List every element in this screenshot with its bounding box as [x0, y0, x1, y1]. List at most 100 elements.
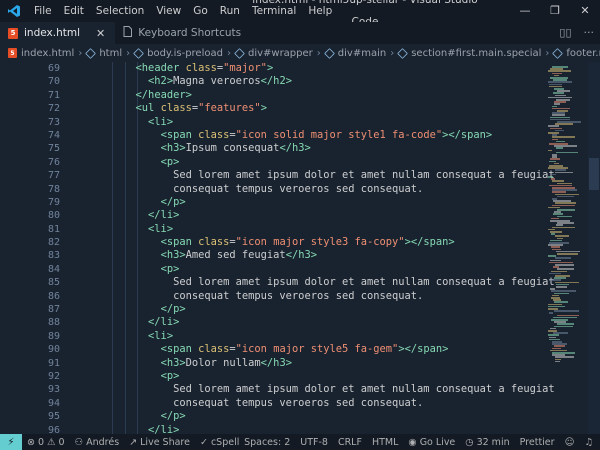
- code-line[interactable]: </li>: [98, 424, 548, 434]
- language-mode-selector[interactable]: HTML: [367, 437, 403, 448]
- code-line[interactable]: <p>: [98, 370, 548, 383]
- prettier-button[interactable]: Prettier: [515, 437, 560, 448]
- notifications-bell-icon[interactable]: ♫: [579, 437, 598, 448]
- live-share-icon: ↗: [129, 436, 138, 448]
- code-line[interactable]: consequat tempus veroeros sed consequat.: [98, 397, 548, 410]
- code-line[interactable]: </li>: [98, 316, 548, 329]
- code-token: </header>: [135, 88, 192, 101]
- menu-selection[interactable]: Selection: [90, 0, 150, 22]
- user-account[interactable]: ⚇ Andrés: [70, 437, 125, 448]
- encoding-selector[interactable]: UTF-8: [295, 437, 333, 448]
- minimap-line: [556, 286, 567, 288]
- menu-view[interactable]: View: [150, 0, 187, 22]
- code-line[interactable]: <span class="icon major style3 fa-copy">…: [98, 236, 548, 249]
- cspell-button[interactable]: ✓ cSpell: [195, 437, 244, 448]
- code-token: <li>: [148, 115, 174, 128]
- code-line[interactable]: </p>: [98, 303, 548, 316]
- menu-go[interactable]: Go: [187, 0, 214, 22]
- split-editor-icon[interactable]: ▯▯: [559, 22, 571, 44]
- code-token: "icon major style3 fa-copy": [235, 236, 405, 249]
- code-line[interactable]: </p>: [98, 196, 548, 209]
- line-number: 94: [47, 397, 60, 409]
- code-lines[interactable]: <header class="major"> <h2>Magna veroero…: [98, 62, 555, 434]
- close-tab-icon[interactable]: ✕: [96, 27, 105, 40]
- code-token: "icon major style5 fa-gem": [235, 343, 399, 356]
- code-token: <h2>: [148, 75, 174, 88]
- tab-index-html[interactable]: 5 index.html ✕: [0, 22, 116, 44]
- live-share-button[interactable]: ↗ Live Share: [124, 437, 195, 448]
- code-line[interactable]: </header>: [98, 89, 548, 102]
- line-number: 79: [47, 196, 60, 208]
- code-line[interactable]: <p>: [98, 156, 548, 169]
- code-token: >: [266, 62, 274, 74]
- tab-keyboard-shortcuts[interactable]: Keyboard Shortcuts: [115, 22, 251, 44]
- line-number: 85: [47, 277, 60, 289]
- code-line[interactable]: <li>: [98, 330, 548, 343]
- code-token: </h2>: [260, 75, 292, 88]
- code-line[interactable]: consequat tempus veroeros sed consequat.: [98, 290, 548, 303]
- minimap-line: [554, 310, 579, 312]
- minimap-line: [557, 253, 578, 255]
- eol-selector[interactable]: CRLF: [333, 437, 367, 448]
- code-line[interactable]: <header class="major">: [98, 62, 548, 75]
- indentation-selector[interactable]: Spaces: 2: [239, 437, 295, 448]
- close-window-button[interactable]: ✕: [570, 0, 600, 22]
- code-line[interactable]: <h3>Amed sed feugiat</h3>: [98, 249, 548, 262]
- breadcrumb-item-file[interactable]: 5 index.html: [8, 48, 74, 59]
- vertical-scrollbar[interactable]: [588, 62, 600, 434]
- feedback-icon[interactable]: ☺: [560, 437, 580, 448]
- line-number: 74: [47, 129, 60, 141]
- code-editor[interactable]: 69 70 71 72 73 74 75 76 77 78 79 80 81 82 83 84 85 86 87 88…: [0, 62, 600, 434]
- menu-file[interactable]: File: [28, 0, 58, 22]
- problems-indicator[interactable]: ⊗ 0 ⚠ 0: [22, 437, 70, 448]
- go-live-button[interactable]: ◉ Go Live: [403, 437, 460, 448]
- code-line[interactable]: <h3>Dolor nullam</h3>: [98, 357, 548, 370]
- code-line[interactable]: Sed lorem amet ipsum dolor et amet nulla…: [98, 383, 555, 396]
- time-tracker[interactable]: ◷ 32 min: [460, 437, 514, 448]
- code-token: <span: [160, 236, 199, 249]
- code-line[interactable]: Sed lorem amet ipsum dolor et amet nulla…: [98, 276, 555, 289]
- code-line[interactable]: <ul class="features">: [98, 102, 548, 115]
- minimize-button[interactable]: —: [510, 0, 540, 22]
- code-line[interactable]: <span class="icon solid major style1 fa-…: [98, 129, 548, 142]
- code-line[interactable]: <li>: [98, 116, 548, 129]
- code-line[interactable]: </li>: [98, 209, 548, 222]
- breadcrumb-item-footer[interactable]: footer.major: [552, 47, 600, 59]
- menu-edit[interactable]: Edit: [58, 0, 90, 22]
- breadcrumb-item-section[interactable]: section#first.main.special: [397, 48, 541, 59]
- chevron-right-icon: ›: [545, 47, 550, 59]
- code-line[interactable]: <h3>Ipsum consequat</h3>: [98, 142, 548, 155]
- code-line[interactable]: <li>: [98, 223, 548, 236]
- line-number: 82: [47, 237, 60, 249]
- remote-indicator-button[interactable]: ⚡: [0, 434, 22, 450]
- breadcrumb-item-body[interactable]: body.is-preload: [133, 47, 223, 59]
- code-token: "major": [223, 62, 267, 74]
- element-icon: [133, 47, 145, 59]
- breadcrumb-item-main[interactable]: div#main: [323, 48, 386, 59]
- code-line[interactable]: <span class="icon major style5 fa-gem"><…: [98, 343, 548, 356]
- code-line[interactable]: Sed lorem amet ipsum dolor et amet nulla…: [98, 169, 555, 182]
- scrollbar-thumb[interactable]: [589, 158, 599, 190]
- line-number: 80: [47, 210, 60, 222]
- minimap[interactable]: [546, 62, 588, 434]
- code-line[interactable]: </p>: [98, 410, 548, 423]
- line-number: 87: [47, 304, 60, 316]
- more-icon[interactable]: ···: [584, 22, 595, 44]
- menu-run[interactable]: Run: [214, 0, 246, 22]
- maximize-button[interactable]: ❐: [540, 0, 570, 22]
- code-line[interactable]: consequat tempus veroeros sed consequat.: [98, 183, 548, 196]
- code-token: class: [198, 343, 230, 356]
- code-line[interactable]: <h2>Magna veroeros</h2>: [98, 75, 548, 88]
- element-icon: [552, 47, 564, 59]
- breadcrumb-item-html[interactable]: html: [85, 48, 122, 59]
- code-line[interactable]: <p>: [98, 263, 548, 276]
- minimap-line: [557, 195, 574, 198]
- line-number: 84: [47, 263, 60, 275]
- code-token: "features": [198, 102, 261, 115]
- chevron-right-icon: ›: [316, 47, 321, 59]
- code-token: class: [198, 128, 230, 141]
- breadcrumb-item-wrapper[interactable]: div#wrapper: [234, 48, 313, 59]
